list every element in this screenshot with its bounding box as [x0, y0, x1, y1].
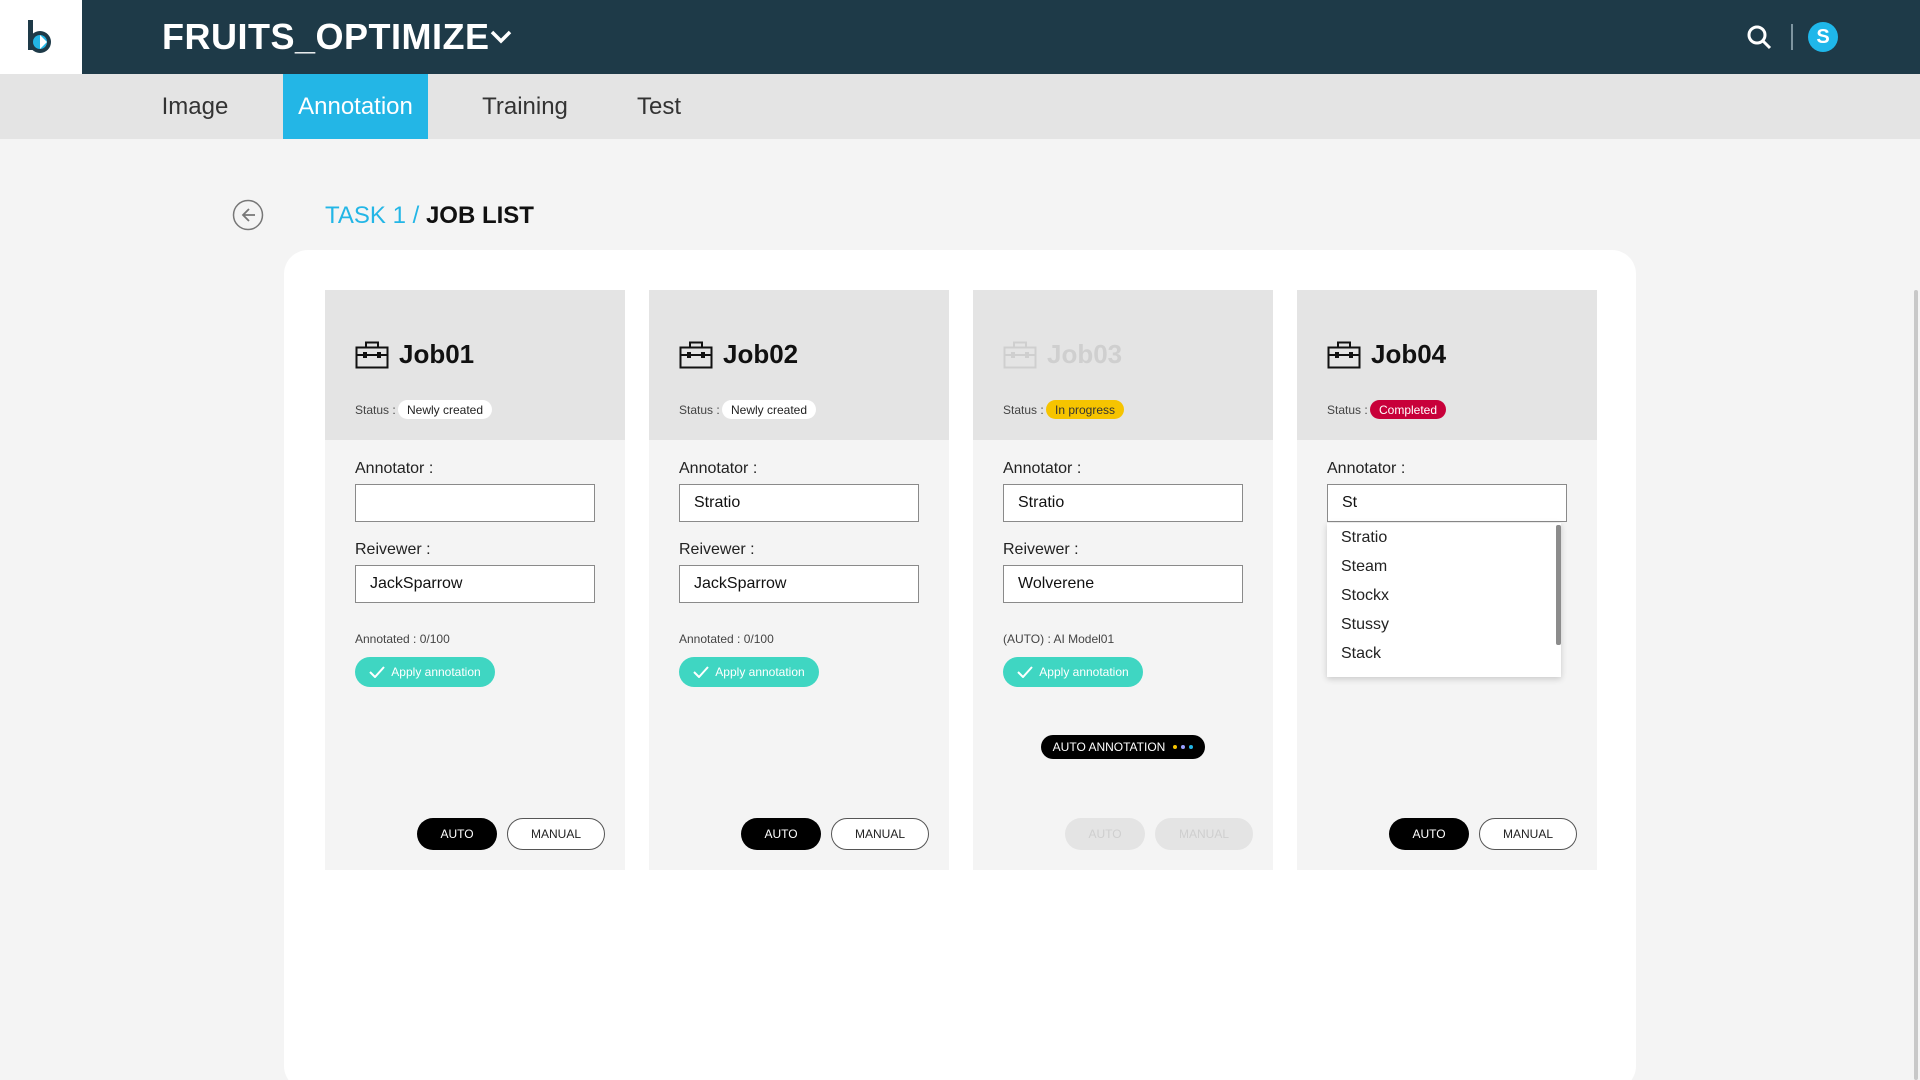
reviewer-input[interactable] [355, 565, 595, 603]
toolbox-icon [679, 341, 713, 369]
auto-annotation-progress: AUTO ANNOTATION [1041, 735, 1205, 759]
suggestion-item[interactable]: Stockx [1327, 581, 1561, 610]
toolbox-icon [1003, 341, 1037, 369]
job-card-header: Job02 Status : Newly created [649, 290, 949, 440]
tab-training[interactable]: Training [468, 74, 582, 139]
auto-annotation-label: AUTO ANNOTATION [1052, 740, 1166, 754]
reviewer-input[interactable] [1003, 565, 1243, 603]
top-bar: FRUITS_OPTIMIZE S [0, 0, 1920, 74]
job-card-header: Job03 Status : In progress [973, 290, 1273, 440]
annotator-label: Annotator : [1327, 460, 1406, 477]
toolbox-icon [1327, 341, 1361, 369]
dropdown-scrollbar[interactable] [1556, 525, 1561, 645]
manual-button[interactable]: MANUAL [1479, 818, 1577, 850]
logo-icon[interactable] [0, 0, 82, 74]
annotator-input[interactable] [679, 484, 919, 522]
manual-button: MANUAL [1155, 818, 1253, 850]
job-card-job04: Job04 Status : Completed Annotator : Str… [1297, 290, 1597, 870]
apply-annotation-button[interactable]: Apply annotation [355, 657, 495, 687]
status-label: Status : [1327, 403, 1368, 417]
suggestion-item[interactable]: Stratio [1327, 523, 1561, 552]
annotated-count: Annotated : 0/100 [679, 632, 774, 646]
tab-bar: Image Annotation Training Test [0, 74, 1920, 139]
search-icon[interactable] [1744, 22, 1774, 52]
breadcrumb-separator: / [412, 202, 420, 229]
tab-test[interactable]: Test [622, 74, 696, 139]
chevron-down-icon[interactable] [486, 25, 516, 49]
page-scrollbar[interactable] [1914, 290, 1918, 1080]
annotator-label: Annotator : [1003, 460, 1082, 477]
auto-button: AUTO [1065, 818, 1145, 850]
annotator-suggestions-dropdown: Stratio Steam Stockx Stussy Stack [1327, 523, 1561, 677]
page-title: JOB LIST [425, 202, 534, 229]
apply-annotation-button[interactable]: Apply annotation [679, 657, 819, 687]
breadcrumb: TASK 1 / JOB LIST [325, 202, 534, 230]
status-badge: Completed [1370, 400, 1447, 419]
apply-annotation-label: Apply annotation [391, 665, 481, 679]
apply-annotation-label: Apply annotation [715, 665, 805, 679]
suggestion-item[interactable]: Stussy [1327, 610, 1561, 639]
toolbox-icon [355, 341, 389, 369]
reviewer-input[interactable] [679, 565, 919, 603]
status-label: Status : [1003, 403, 1044, 417]
status-label: Status : [679, 403, 720, 417]
job-title: Job04 [1371, 339, 1447, 369]
reviewer-label: Reivewer : [1003, 541, 1079, 558]
tab-annotation[interactable]: Annotation [283, 74, 428, 139]
status-badge: Newly created [398, 400, 493, 419]
project-title: FRUITS_OPTIMIZE [162, 16, 490, 57]
annotator-label: Annotator : [679, 460, 758, 477]
job-card-header: Job01 Status : Newly created [325, 290, 625, 440]
check-icon [369, 666, 386, 678]
avatar[interactable]: S [1808, 22, 1838, 52]
loading-dots-icon [1173, 745, 1194, 749]
apply-annotation-button[interactable]: Apply annotation [1003, 657, 1143, 687]
annotator-label: Annotator : [355, 460, 434, 477]
check-icon [693, 666, 710, 678]
apply-annotation-label: Apply annotation [1039, 665, 1129, 679]
job-card-job03: Job03 Status : In progress Annotator : R… [973, 290, 1273, 870]
auto-button[interactable]: AUTO [741, 818, 821, 850]
job-title: Job03 [1047, 339, 1123, 369]
job-card-header: Job04 Status : Completed [1297, 290, 1597, 440]
status-badge: Newly created [722, 400, 817, 419]
job-card-job01: Job01 Status : Newly created Annotator :… [325, 290, 625, 870]
back-arrow-icon[interactable] [232, 199, 264, 231]
auto-model-info: (AUTO) : AI Model01 [1003, 632, 1115, 646]
auto-button[interactable]: AUTO [1389, 818, 1469, 850]
status-label: Status : [355, 403, 396, 417]
manual-button[interactable]: MANUAL [507, 818, 605, 850]
job-title: Job01 [399, 339, 475, 369]
header-divider [1791, 24, 1793, 50]
check-icon [1017, 666, 1034, 678]
annotator-input[interactable] [1003, 484, 1243, 522]
tab-image[interactable]: Image [142, 74, 248, 139]
status-badge: In progress [1046, 400, 1125, 419]
job-title: Job02 [723, 339, 799, 369]
auto-button[interactable]: AUTO [417, 818, 497, 850]
suggestion-item[interactable]: Stack [1327, 639, 1561, 668]
job-card-job02: Job02 Status : Newly created Annotator :… [649, 290, 949, 870]
reviewer-label: Reivewer : [679, 541, 755, 558]
breadcrumb-task-link[interactable]: TASK 1 [325, 202, 406, 229]
annotated-count: Annotated : 0/100 [355, 632, 450, 646]
reviewer-label: Reivewer : [355, 541, 431, 558]
manual-button[interactable]: MANUAL [831, 818, 929, 850]
suggestion-item[interactable]: Steam [1327, 552, 1561, 581]
annotator-input[interactable] [1327, 484, 1567, 522]
annotator-input[interactable] [355, 484, 595, 522]
